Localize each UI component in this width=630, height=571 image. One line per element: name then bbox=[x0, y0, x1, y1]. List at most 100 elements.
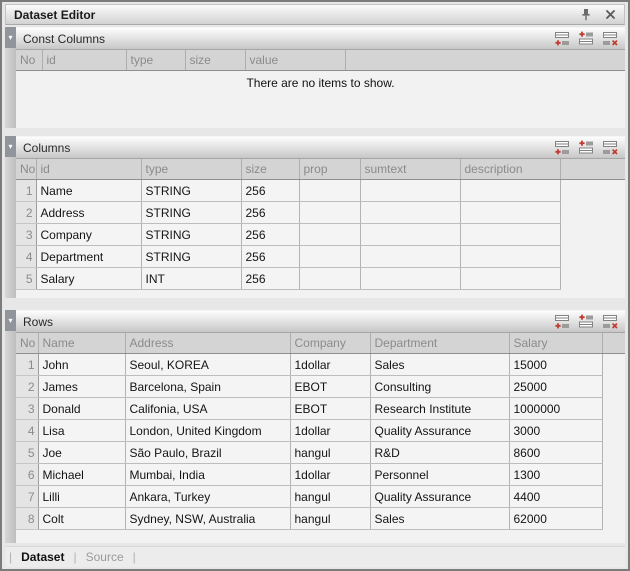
cell-prop[interactable] bbox=[299, 180, 360, 202]
cell-company[interactable]: 1dollar bbox=[290, 420, 370, 442]
cell-name[interactable]: Joe bbox=[38, 442, 125, 464]
cell-id[interactable]: Salary bbox=[36, 268, 141, 290]
cell-size[interactable]: 256 bbox=[241, 202, 299, 224]
row-number[interactable]: 2 bbox=[16, 376, 38, 398]
cell-id[interactable]: Department bbox=[36, 246, 141, 268]
cell-description[interactable] bbox=[460, 180, 560, 202]
col-header-department[interactable]: Department bbox=[370, 333, 509, 354]
tab-source[interactable]: Source bbox=[77, 550, 133, 564]
cell-name[interactable]: Donald bbox=[38, 398, 125, 420]
add-row-icon[interactable] bbox=[554, 314, 571, 329]
row-number[interactable]: 8 bbox=[16, 508, 38, 530]
row-number[interactable]: 4 bbox=[16, 420, 38, 442]
cell-sumtext[interactable] bbox=[360, 180, 460, 202]
insert-row-icon[interactable] bbox=[578, 314, 595, 329]
row-number[interactable]: 3 bbox=[16, 398, 38, 420]
row-number[interactable]: 6 bbox=[16, 464, 38, 486]
insert-row-icon[interactable] bbox=[578, 31, 595, 46]
row-number[interactable]: 3 bbox=[16, 224, 36, 246]
cell-prop[interactable] bbox=[299, 246, 360, 268]
cell-company[interactable]: EBOT bbox=[290, 376, 370, 398]
cell-salary[interactable]: 62000 bbox=[509, 508, 602, 530]
cell-prop[interactable] bbox=[299, 224, 360, 246]
delete-row-icon[interactable] bbox=[602, 140, 619, 155]
col-header-description[interactable]: description bbox=[460, 159, 560, 180]
col-header-salary[interactable]: Salary bbox=[509, 333, 602, 354]
cell-name[interactable]: Lilli bbox=[38, 486, 125, 508]
cell-company[interactable]: EBOT bbox=[290, 398, 370, 420]
cell-prop[interactable] bbox=[299, 268, 360, 290]
cell-type[interactable]: STRING bbox=[141, 224, 241, 246]
cell-department[interactable]: Research Institute bbox=[370, 398, 509, 420]
row-number[interactable]: 5 bbox=[16, 442, 38, 464]
cell-address[interactable]: São Paulo, Brazil bbox=[125, 442, 290, 464]
pin-icon[interactable] bbox=[578, 7, 594, 22]
row-number[interactable]: 7 bbox=[16, 486, 38, 508]
cell-address[interactable]: London, United Kingdom bbox=[125, 420, 290, 442]
cell-name[interactable]: Colt bbox=[38, 508, 125, 530]
cell-type[interactable]: STRING bbox=[141, 180, 241, 202]
cell-description[interactable] bbox=[460, 268, 560, 290]
collapse-arrow-icon[interactable]: ▾ bbox=[5, 27, 16, 48]
col-header-id[interactable]: id bbox=[36, 159, 141, 180]
cell-description[interactable] bbox=[460, 246, 560, 268]
col-header-address[interactable]: Address bbox=[125, 333, 290, 354]
cell-salary[interactable]: 15000 bbox=[509, 354, 602, 376]
delete-row-icon[interactable] bbox=[602, 31, 619, 46]
cell-id[interactable]: Name bbox=[36, 180, 141, 202]
col-header-company[interactable]: Company bbox=[290, 333, 370, 354]
row-number[interactable]: 5 bbox=[16, 268, 36, 290]
cell-sumtext[interactable] bbox=[360, 202, 460, 224]
col-header-type[interactable]: type bbox=[126, 50, 185, 71]
col-header-no[interactable]: No bbox=[16, 333, 38, 354]
cell-salary[interactable]: 1300 bbox=[509, 464, 602, 486]
cell-address[interactable]: Barcelona, Spain bbox=[125, 376, 290, 398]
insert-row-icon[interactable] bbox=[578, 140, 595, 155]
cell-department[interactable]: R&D bbox=[370, 442, 509, 464]
cell-salary[interactable]: 1000000 bbox=[509, 398, 602, 420]
cell-address[interactable]: Sydney, NSW, Australia bbox=[125, 508, 290, 530]
cell-salary[interactable]: 8600 bbox=[509, 442, 602, 464]
cell-salary[interactable]: 25000 bbox=[509, 376, 602, 398]
add-row-icon[interactable] bbox=[554, 31, 571, 46]
col-header-no[interactable]: No bbox=[16, 50, 42, 71]
tab-dataset[interactable]: Dataset bbox=[12, 550, 73, 564]
cell-department[interactable]: Consulting bbox=[370, 376, 509, 398]
col-header-name[interactable]: Name bbox=[38, 333, 125, 354]
col-header-size[interactable]: size bbox=[241, 159, 299, 180]
cell-name[interactable]: Lisa bbox=[38, 420, 125, 442]
col-header-id[interactable]: id bbox=[42, 50, 126, 71]
collapse-arrow-icon[interactable]: ▾ bbox=[5, 136, 16, 157]
cell-description[interactable] bbox=[460, 202, 560, 224]
cell-size[interactable]: 256 bbox=[241, 224, 299, 246]
col-header-sumtext[interactable]: sumtext bbox=[360, 159, 460, 180]
cell-company[interactable]: 1dollar bbox=[290, 464, 370, 486]
cell-department[interactable]: Quality Assurance bbox=[370, 486, 509, 508]
cell-company[interactable]: 1dollar bbox=[290, 354, 370, 376]
cell-size[interactable]: 256 bbox=[241, 268, 299, 290]
cell-size[interactable]: 256 bbox=[241, 246, 299, 268]
cell-company[interactable]: hangul bbox=[290, 442, 370, 464]
cell-name[interactable]: John bbox=[38, 354, 125, 376]
row-number[interactable]: 2 bbox=[16, 202, 36, 224]
cell-size[interactable]: 256 bbox=[241, 180, 299, 202]
cell-type[interactable]: STRING bbox=[141, 202, 241, 224]
delete-row-icon[interactable] bbox=[602, 314, 619, 329]
cell-sumtext[interactable] bbox=[360, 246, 460, 268]
cell-address[interactable]: Mumbai, India bbox=[125, 464, 290, 486]
col-header-size[interactable]: size bbox=[185, 50, 245, 71]
cell-address[interactable]: Seoul, KOREA bbox=[125, 354, 290, 376]
cell-sumtext[interactable] bbox=[360, 268, 460, 290]
cell-sumtext[interactable] bbox=[360, 224, 460, 246]
row-number[interactable]: 1 bbox=[16, 354, 38, 376]
cell-name[interactable]: Michael bbox=[38, 464, 125, 486]
cell-salary[interactable]: 4400 bbox=[509, 486, 602, 508]
add-row-icon[interactable] bbox=[554, 140, 571, 155]
col-header-value[interactable]: value bbox=[245, 50, 345, 71]
cell-id[interactable]: Company bbox=[36, 224, 141, 246]
cell-description[interactable] bbox=[460, 224, 560, 246]
cell-department[interactable]: Quality Assurance bbox=[370, 420, 509, 442]
cell-type[interactable]: INT bbox=[141, 268, 241, 290]
cell-prop[interactable] bbox=[299, 202, 360, 224]
cell-department[interactable]: Sales bbox=[370, 508, 509, 530]
